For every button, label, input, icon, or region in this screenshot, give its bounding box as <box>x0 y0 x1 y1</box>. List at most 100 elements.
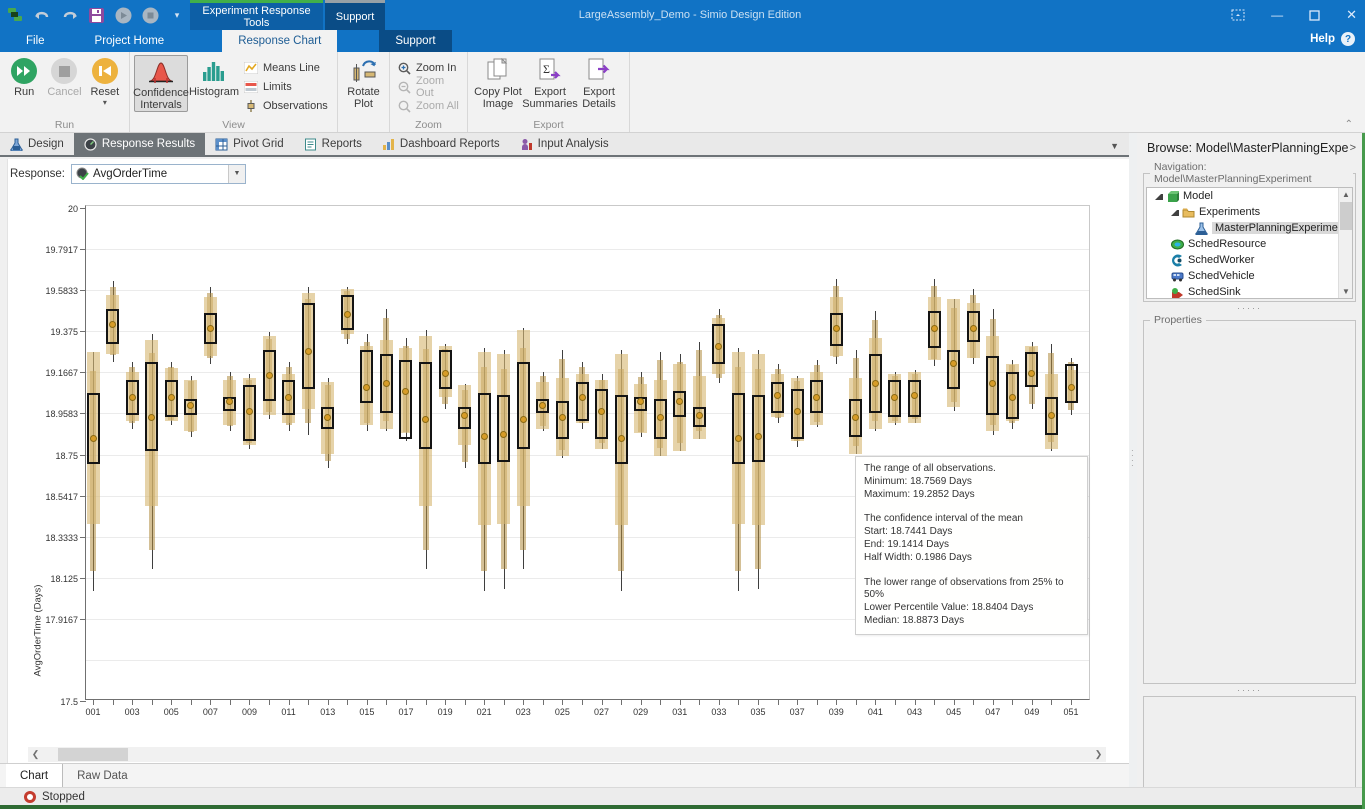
window-edge-bottom <box>0 805 1365 809</box>
scroll-right-icon[interactable]: ❯ <box>1091 747 1106 762</box>
tab-file[interactable]: File <box>10 30 61 52</box>
tree-item-schedsink[interactable]: SchedSink <box>1147 284 1352 299</box>
mean-dot <box>207 325 214 332</box>
qat-customize-caret-icon[interactable]: ▾ <box>168 6 186 24</box>
tree-item-label: SchedSink <box>1188 286 1241 298</box>
response-gauge-icon <box>76 167 89 180</box>
horizontal-splitter[interactable]: ····· <box>1137 686 1362 694</box>
histogram-icon <box>201 58 227 84</box>
expander-icon[interactable] <box>1155 192 1163 200</box>
ribbon-display-options-icon[interactable] <box>1231 9 1245 21</box>
run-button[interactable]: Run <box>4 55 44 98</box>
reset-dropdown-caret-icon[interactable]: ▾ <box>103 100 107 106</box>
response-results-gauge-icon <box>84 138 97 151</box>
export-summaries-label: Export Summaries <box>522 86 578 110</box>
x-axis-tick-label: 025 <box>549 707 575 717</box>
x-axis-tick <box>171 700 172 705</box>
confidence-interval-box <box>399 360 412 439</box>
tabstrip-overflow-caret-icon[interactable]: ▼ <box>1110 141 1119 151</box>
tree-item-model[interactable]: Model <box>1147 188 1352 204</box>
means-line-toggle[interactable]: Means Line <box>240 59 332 77</box>
limits-toggle[interactable]: Limits <box>240 78 332 96</box>
help-icon[interactable]: ? <box>1341 32 1355 46</box>
worker-icon <box>1171 254 1184 267</box>
x-axis-tick <box>602 700 603 705</box>
navigation-tree[interactable]: Model Experiments MasterPlanningExperime… <box>1146 187 1353 299</box>
observations-toggle[interactable]: Observations <box>240 97 332 115</box>
tab-support[interactable]: Support <box>379 30 451 52</box>
tab-response-results[interactable]: Response Results <box>74 133 205 155</box>
tab-pivot-grid[interactable]: Pivot Grid <box>205 133 294 155</box>
tab-project-home[interactable]: Project Home <box>79 30 181 52</box>
tab-input-analysis[interactable]: Input Analysis <box>510 133 619 155</box>
close-icon[interactable]: ✕ <box>1346 7 1357 23</box>
x-axis-tick-label: 007 <box>197 707 223 717</box>
x-axis-tick-label: 005 <box>158 707 184 717</box>
properties-body <box>1146 328 1353 680</box>
tab-reports-label: Reports <box>322 138 362 150</box>
stop-quick-icon[interactable] <box>141 6 159 24</box>
zoom-out-button[interactable]: Zoom Out <box>394 78 463 96</box>
y-axis-tick <box>80 290 86 291</box>
properties-groupbox-label: Properties <box>1150 314 1206 326</box>
scroll-left-icon[interactable]: ❮ <box>28 747 43 762</box>
browse-expand-icon[interactable]: > <box>1350 142 1356 154</box>
histogram-button[interactable]: Histogram <box>188 55 240 98</box>
navigation-groupbox: Navigation: Model\MasterPlanningExperime… <box>1143 161 1356 302</box>
zoom-all-button[interactable]: Zoom All <box>394 97 463 115</box>
run-quick-icon[interactable] <box>114 6 132 24</box>
x-axis-tick <box>504 700 505 705</box>
tree-item-schedresource[interactable]: SchedResource <box>1147 236 1352 252</box>
navigation-groupbox-label: Navigation: Model\MasterPlanningExperime… <box>1150 161 1353 185</box>
help-label[interactable]: Help <box>1310 33 1335 45</box>
tab-reports[interactable]: Reports <box>294 133 372 155</box>
export-details-button[interactable]: Export Details <box>576 55 622 110</box>
mean-dot <box>637 398 644 405</box>
scrollbar-thumb[interactable] <box>58 748 128 761</box>
x-axis-tick <box>797 700 798 705</box>
export-summaries-button[interactable]: Σ Export Summaries <box>524 55 576 110</box>
confidence-intervals-button[interactable]: Confidence Intervals <box>134 55 188 112</box>
expander-icon[interactable] <box>1171 208 1179 216</box>
redo-icon[interactable] <box>60 6 78 24</box>
tree-item-schedworker[interactable]: SchedWorker <box>1147 252 1352 268</box>
tree-item-masterplanningexperiment[interactable]: MasterPlanningExperiment <box>1147 220 1352 236</box>
y-axis-tick-label: 18.3333 <box>18 533 78 543</box>
save-icon[interactable] <box>87 6 105 24</box>
vertical-splitter[interactable]: ···· <box>1129 133 1137 787</box>
tab-chart[interactable]: Chart <box>0 764 63 787</box>
y-axis-tick <box>80 331 86 332</box>
scroll-up-icon[interactable]: ▲ <box>1339 188 1353 201</box>
y-axis-tick-label: 17.5 <box>18 697 78 707</box>
x-axis-tick <box>230 700 231 705</box>
status-text: Stopped <box>42 791 85 803</box>
reset-button[interactable]: Reset ▾ <box>85 55 125 106</box>
copy-plot-image-button[interactable]: Copy Plot Image <box>472 55 524 110</box>
undo-icon[interactable] <box>33 6 51 24</box>
response-combobox[interactable]: AvgOrderTime ▼ <box>71 164 246 184</box>
maximize-icon[interactable] <box>1309 10 1320 21</box>
tree-scrollbar[interactable]: ▲ ▼ <box>1338 188 1352 298</box>
y-axis-tick <box>80 208 86 209</box>
mean-dot <box>911 392 918 399</box>
tab-response-chart[interactable]: Response Chart <box>222 30 337 52</box>
y-axis-tick <box>80 413 86 414</box>
minimize-icon[interactable]: — <box>1271 8 1283 22</box>
tree-item-schedvehicle[interactable]: SchedVehicle <box>1147 268 1352 284</box>
scroll-down-icon[interactable]: ▼ <box>1339 285 1353 298</box>
tree-scrollbar-thumb[interactable] <box>1340 202 1352 230</box>
title-bar: ▾ Experiment Response Tools Support Larg… <box>0 0 1365 30</box>
response-combobox-dropdown-icon[interactable]: ▼ <box>228 165 245 183</box>
properties-groupbox: Properties <box>1143 314 1356 684</box>
run-icon <box>11 58 37 84</box>
rotate-plot-button[interactable]: Rotate Plot <box>342 55 385 110</box>
chart-horizontal-scrollbar[interactable]: ❮ ❯ <box>28 747 1106 762</box>
tree-item-experiments[interactable]: Experiments <box>1147 204 1352 220</box>
tab-raw-data[interactable]: Raw Data <box>63 764 142 787</box>
tab-design[interactable]: Design <box>0 133 74 155</box>
ribbon-collapse-icon[interactable]: ⌃ <box>1345 119 1353 130</box>
horizontal-splitter[interactable]: ····· <box>1137 304 1362 312</box>
tab-dashboard-reports[interactable]: Dashboard Reports <box>372 133 510 155</box>
cancel-button[interactable]: Cancel <box>44 55 84 98</box>
x-axis-tick-label: 013 <box>315 707 341 717</box>
